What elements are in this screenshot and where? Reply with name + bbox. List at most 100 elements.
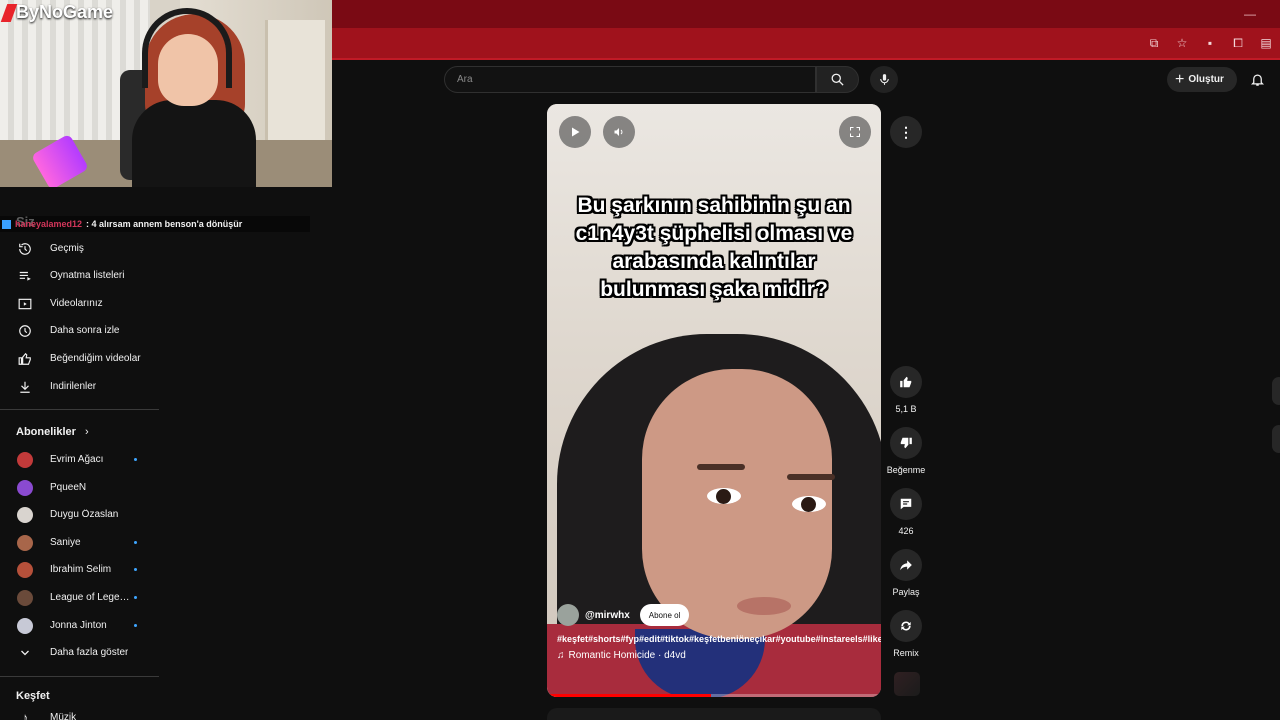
sidebar-item-label: Müzik: [50, 712, 77, 720]
subscription-label: Evrim Ağacı: [50, 454, 104, 465]
like-icon: [17, 351, 33, 367]
subscription-item[interactable]: Duygu Özaslan: [0, 501, 160, 528]
sidebar-item-label: Beğendiğim videolar: [50, 353, 141, 364]
channel-row: @mirwhx Abone ol: [557, 604, 877, 626]
bookmark-star-icon[interactable]: ☆: [1174, 35, 1190, 51]
chevron-down-icon: [17, 645, 33, 661]
shorts-video-player[interactable]: Bu şarkının sahibinin şu an c1n4y3t şüph…: [547, 104, 881, 697]
search-icon: [831, 73, 844, 86]
sound-title: Romantic Homicide · d4vd: [568, 650, 686, 661]
share-icon: [890, 549, 922, 581]
sidebar-item-watch-later[interactable]: Daha sonra izle: [0, 317, 160, 344]
chat-text: : 4 alırsam annem benson'a dönüşür: [86, 219, 243, 229]
extension-badge-icon[interactable]: ▪: [1202, 35, 1218, 51]
next-short-button[interactable]: [1272, 425, 1280, 453]
play-button[interactable]: [559, 116, 591, 148]
sidebar-divider: [0, 409, 159, 410]
browser-toolbar: ⧉ ☆ ▪ ⧠ ▤: [332, 28, 1280, 60]
channel-avatar: [17, 506, 33, 523]
subscription-item[interactable]: Saniye: [0, 529, 160, 556]
volume-button[interactable]: [603, 116, 635, 148]
more-options-button[interactable]: ⋮: [890, 116, 922, 148]
sidebar-item-music[interactable]: ♪ Müzik: [0, 704, 160, 720]
next-short-preview[interactable]: [547, 708, 881, 720]
channel-avatar[interactable]: [557, 604, 579, 626]
share-action[interactable]: Paylaş: [884, 549, 928, 597]
plus-icon: +: [1175, 70, 1185, 88]
download-icon: [17, 379, 33, 395]
subscription-label: Jonna Jinton: [50, 620, 107, 631]
sidebar-item-liked-videos[interactable]: Beğendiğim videolar: [0, 345, 160, 372]
subscriptions-title: Abonelikler: [16, 426, 76, 438]
install-app-icon[interactable]: ⧉: [1146, 35, 1162, 51]
sound-link[interactable]: ♫ Romantic Homicide · d4vd: [557, 650, 877, 661]
comments-action[interactable]: 426: [884, 488, 928, 536]
thumbs-up-icon: [890, 366, 922, 398]
create-button[interactable]: + Oluştur: [1167, 67, 1237, 92]
search-button[interactable]: [816, 66, 859, 93]
subscription-item[interactable]: Evrim Ağacı: [0, 446, 160, 473]
new-content-dot: [134, 568, 137, 571]
video-progress-bar[interactable]: [547, 694, 881, 697]
remix-label: Remix: [893, 648, 919, 658]
new-content-dot: [134, 624, 137, 627]
subscription-item[interactable]: İbrahim Selim: [0, 556, 160, 583]
volume-icon: [614, 128, 623, 136]
chat-username: haneyalamed12: [15, 219, 83, 229]
bell-icon: [1250, 74, 1264, 86]
sidebar-item-downloads[interactable]: İndirilenler: [0, 373, 160, 400]
sidebar-item-label: İndirilenler: [50, 381, 97, 392]
chevron-right-icon: ›: [84, 426, 89, 438]
sidebar-item-label: Geçmiş: [50, 243, 84, 254]
fullscreen-button[interactable]: [839, 116, 871, 148]
subscription-item[interactable]: Jonna Jinton: [0, 612, 160, 639]
sidebar-item-history[interactable]: Geçmiş: [0, 235, 160, 262]
chat-badge-icon: [2, 219, 11, 229]
extensions-puzzle-icon[interactable]: ⧠: [1230, 35, 1246, 51]
sidebar-item-your-videos[interactable]: Videolarınız: [0, 290, 160, 317]
sound-thumbnail[interactable]: [894, 672, 920, 696]
video-hashtags[interactable]: #keşfet#shorts#fyp#edit#tiktok#keşfetben…: [557, 632, 881, 646]
minimize-icon[interactable]: —: [1244, 7, 1256, 21]
remix-action[interactable]: Remix: [884, 610, 928, 658]
play-icon: [572, 127, 580, 137]
music-icon: ♪: [21, 710, 29, 720]
sidebar-item-label: Oynatma listeleri: [50, 270, 125, 281]
subscribe-button[interactable]: Abone ol: [639, 604, 690, 626]
channel-avatar: [17, 534, 33, 551]
like-action[interactable]: 5,1 B: [884, 366, 928, 414]
video-progress-fill: [547, 694, 711, 697]
profile-icon[interactable]: ▤: [1258, 35, 1274, 51]
channel-name[interactable]: @mirwhx: [585, 610, 630, 621]
channel-avatar: [17, 617, 33, 634]
subscription-label: İbrahim Selim: [50, 564, 112, 575]
previous-short-button[interactable]: [1272, 377, 1280, 405]
explore-heading: Keşfet: [16, 690, 50, 702]
show-more-button[interactable]: Daha fazla göster: [0, 639, 160, 666]
stream-logo: ByNoGame: [0, 2, 113, 23]
subscription-item[interactable]: League of Legen...: [0, 584, 160, 611]
subscription-item[interactable]: PqueeN: [0, 474, 160, 501]
share-label: Paylaş: [892, 587, 920, 597]
channel-avatar: [17, 479, 33, 496]
sidebar-item-label: Daha sonra izle: [50, 325, 120, 336]
channel-avatar: [17, 589, 33, 606]
sidebar: Siz Geçmiş Oynatma listeleri Videolarını…: [0, 187, 160, 720]
notifications-button[interactable]: [1249, 71, 1265, 87]
subscription-label: Duygu Özaslan: [50, 509, 119, 520]
dislike-label: Beğenme: [886, 465, 926, 475]
fullscreen-icon: [850, 127, 860, 137]
search-input[interactable]: Ara: [444, 66, 816, 93]
sidebar-item-playlists[interactable]: Oynatma listeleri: [0, 262, 160, 289]
watch-later-icon: [17, 323, 33, 339]
history-icon: [17, 241, 33, 257]
microphone-icon: [879, 74, 889, 85]
subscriptions-heading[interactable]: Abonelikler ›: [16, 426, 89, 438]
new-content-dot: [134, 596, 137, 599]
like-count: 5,1 B: [895, 404, 917, 414]
search-placeholder: Ara: [457, 74, 473, 85]
subscription-label: League of Legen...: [50, 592, 130, 603]
thumbs-down-icon: [890, 427, 922, 459]
voice-search-button[interactable]: [870, 66, 898, 93]
dislike-action[interactable]: Beğenme: [884, 427, 928, 475]
